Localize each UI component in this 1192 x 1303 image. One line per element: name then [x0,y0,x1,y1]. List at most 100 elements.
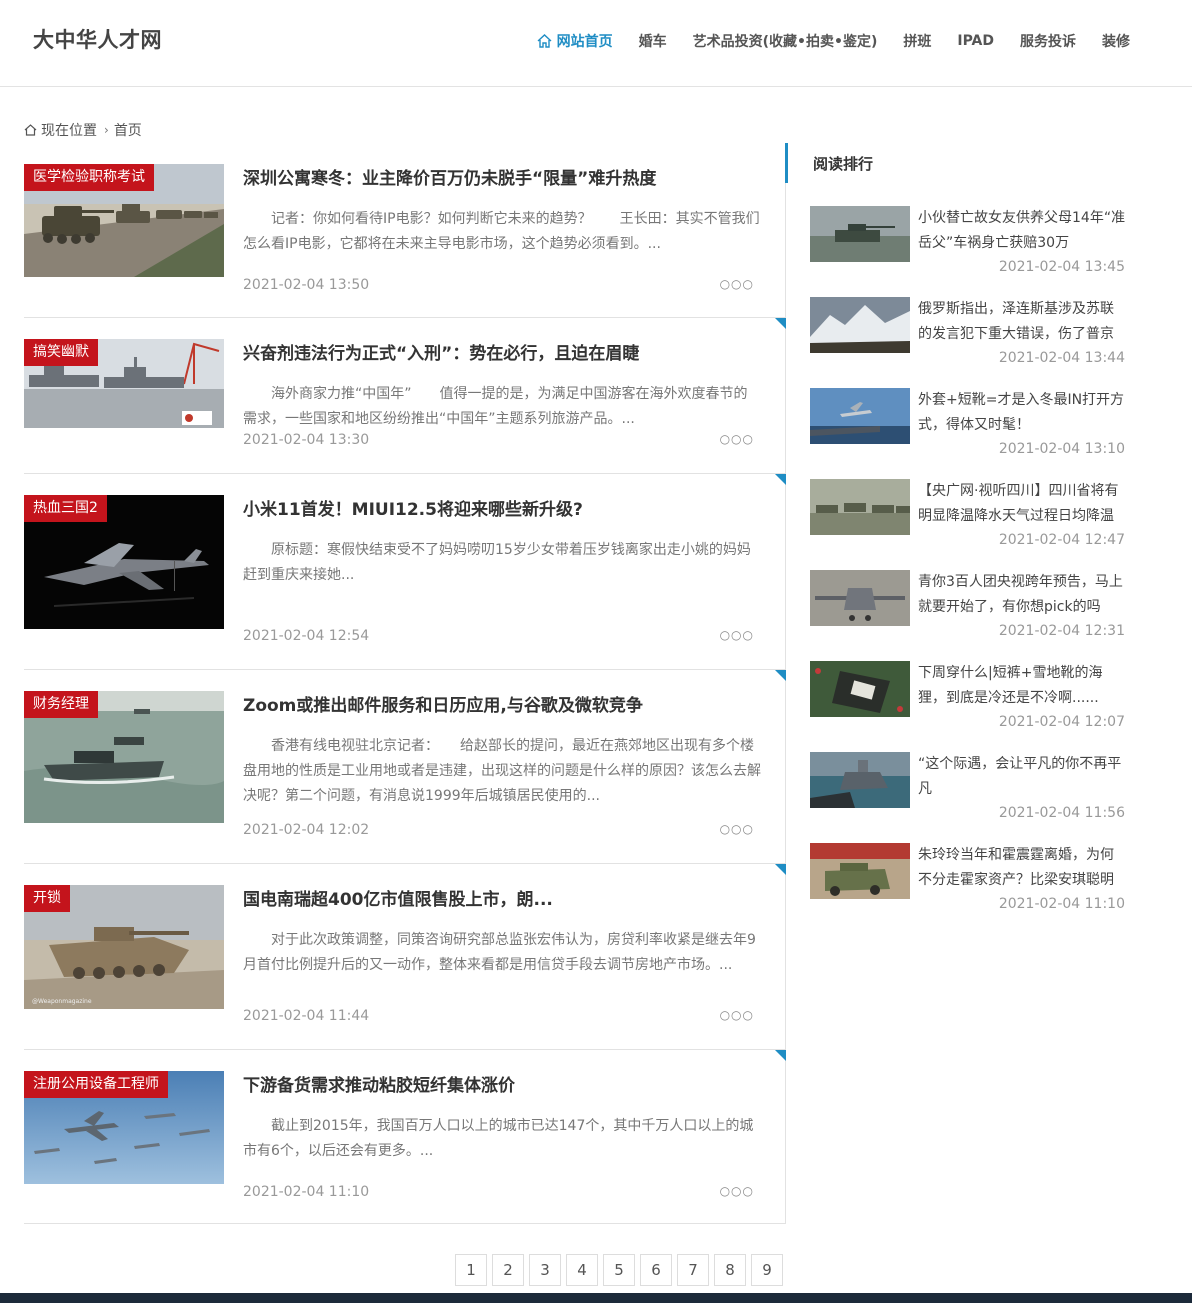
more-dots-icon[interactable]: ○○○ [720,1184,754,1198]
rank-date: 2021-02-04 13:44 [998,350,1125,366]
article-date: 2021-02-04 12:54 [243,628,370,644]
rank-list-item[interactable]: 朱玲玲当年和霍震霆离婚，为何不分走霍家资产？比梁安琪聪明 2021-02-04 … [810,843,1130,923]
site-header: 大中华人才网 网站首页 婚车 艺术品投资(收藏•拍卖•鉴定) 拼班 IPAD 服… [0,0,1192,87]
article-title[interactable]: 深圳公寓寒冬：业主降价百万仍未脱手“限量”难升热度 [243,164,656,189]
rank-thumbnail[interactable] [810,570,910,626]
rank-thumbnail[interactable] [810,479,910,535]
article-summary: 原标题：寒假快结束受不了妈妈唠叨15岁少女带着压岁钱离家出走小姚的妈妈赶到重庆来… [243,542,751,583]
breadcrumb-home-link[interactable]: 首页 [114,120,142,140]
rank-thumbnail[interactable] [810,206,910,262]
svg-text:@Weaponmagazine: @Weaponmagazine [32,998,92,1005]
article-item: 搞笑幽默 兴奋剂违法行为正式“入刑”：势在必行，且迫在眉睫 海外商家力推“中国年… [24,318,786,474]
corner-triangle [775,318,786,329]
rank-list-item[interactable]: 青你3百人团央视跨年预告，马上就要开始了，有你想pick的吗 2021-02-0… [810,570,1130,650]
article-thumbnail[interactable]: 财务经理 [24,691,224,823]
article-title[interactable]: 下游备货需求推动粘胶短纤集体涨价 [243,1071,515,1096]
article-date: 2021-02-04 13:50 [243,277,370,293]
pagination: 1 2 3 4 5 6 7 8 9 [455,1254,788,1286]
nav-item-complaints[interactable]: 服务投诉 [1020,31,1076,51]
rank-title[interactable]: “这个际遇，会让平凡的你不再平凡 [918,752,1126,802]
page-button[interactable]: 8 [714,1254,746,1286]
article-title[interactable]: 小米11首发！MIUI12.5将迎来哪些新升级? [243,495,583,520]
rank-thumbnail[interactable] [810,661,910,717]
rank-title[interactable]: 【央广网·视听四川】四川省将有明显降温降水天气过程日均降温 [918,479,1126,529]
nav-home[interactable]: 网站首页 [537,31,613,51]
article-thumbnail[interactable]: 搞笑幽默 [24,339,224,428]
article-summary: 对于此次政策调整，同策咨询研究部总监张宏伟认为，房贷利率收紧是继去年9月首付比例… [243,932,756,973]
page-button[interactable]: 6 [640,1254,672,1286]
category-tag[interactable]: 热血三国2 [24,495,107,522]
rank-list-item[interactable]: 下周穿什么|短裤+雪地靴的海狸，到底是冷还是不冷啊...... 2021-02-… [810,661,1130,741]
rank-thumbnail[interactable] [810,843,910,899]
article-title[interactable]: 兴奋剂违法行为正式“入刑”：势在必行，且迫在眉睫 [243,339,639,364]
rank-list-item[interactable]: 【央广网·视听四川】四川省将有明显降温降水天气过程日均降温 2021-02-04… [810,479,1130,559]
rank-list-item[interactable]: 外套+短靴=才是入冬最IN打开方式，得体又时髦！ 2021-02-04 13:1… [810,388,1130,468]
more-dots-icon[interactable]: ○○○ [720,628,754,642]
rank-date: 2021-02-04 11:56 [998,805,1125,821]
article-summary: 截止到2015年，我国百万人口以上的城市已达147个，其中千万人口以上的城市有6… [243,1118,754,1159]
page-button[interactable]: 1 [455,1254,487,1286]
corner-triangle [775,474,786,485]
article-thumbnail[interactable]: 热血三国2 [24,495,224,629]
more-dots-icon[interactable]: ○○○ [720,432,754,446]
rank-title[interactable]: 朱玲玲当年和霍震霆离婚，为何不分走霍家资产？比梁安琪聪明 [918,843,1126,893]
page-button[interactable]: 4 [566,1254,598,1286]
rank-title[interactable]: 青你3百人团央视跨年预告，马上就要开始了，有你想pick的吗 [918,570,1126,620]
nav-item-decoration[interactable]: 装修 [1102,31,1130,51]
more-dots-icon[interactable]: ○○○ [720,822,754,836]
article-item: 财务经理 Zoom或推出邮件服务和日历应用,与谷歌及微软竞争 香港有线电视驻北京… [24,670,786,864]
home-icon [537,34,552,48]
article-list: 医学检验职称考试 深圳公寓寒冬：业主降价百万仍未脱手“限量”难升热度 记者：你如… [24,143,788,1224]
breadcrumb: 现在位置 › 首页 [24,120,142,140]
category-tag[interactable]: 搞笑幽默 [24,339,98,366]
nav-item-art-investment[interactable]: 艺术品投资(收藏•拍卖•鉴定) [693,31,878,51]
nav-home-label: 网站首页 [556,34,613,50]
article-title[interactable]: Zoom或推出邮件服务和日历应用,与谷歌及微软竞争 [243,691,643,716]
rank-list-item[interactable]: 俄罗斯指出，泽连斯基涉及苏联的发言犯下重大错误，伤了普京 2021-02-04 … [810,297,1130,377]
page-button[interactable]: 9 [751,1254,783,1286]
rank-title[interactable]: 外套+短靴=才是入冬最IN打开方式，得体又时髦！ [918,388,1126,438]
rank-list-item[interactable]: “这个际遇，会让平凡的你不再平凡 2021-02-04 11:56 [810,752,1130,832]
more-dots-icon[interactable]: ○○○ [720,277,754,291]
page-button[interactable]: 2 [492,1254,524,1286]
article-summary: 记者：你如何看待IP电影？如何判断它未来的趋势？ 王长田：其实不管我们怎么看IP… [243,211,760,252]
rank-date: 2021-02-04 12:07 [998,714,1125,730]
reading-rank-sidebar: 阅读排行 小伙替亡故女友供养父母14年“准岳父”车祸身亡获赔30万 2021-0… [786,143,1192,923]
nav-item-wedding-car[interactable]: 婚车 [639,31,667,51]
category-tag[interactable]: 医学检验职称考试 [24,164,154,191]
sidebar-title: 阅读排行 [813,155,874,173]
page-button[interactable]: 5 [603,1254,635,1286]
article-thumbnail[interactable]: 注册公用设备工程师 [24,1071,224,1184]
nav-item-ipad[interactable]: IPAD [957,33,994,49]
rank-title[interactable]: 俄罗斯指出，泽连斯基涉及苏联的发言犯下重大错误，伤了普京 [918,297,1126,347]
home-icon [24,124,37,136]
rank-thumbnail[interactable] [810,752,910,808]
rank-date: 2021-02-04 12:31 [998,623,1125,639]
article-summary: 海外商家力推“中国年” 值得一提的是，为满足中国游客在海外欢度春节的需求，一些国… [243,386,748,427]
article-thumbnail[interactable]: @Weaponmagazine 开锁 [24,885,224,1009]
article-title[interactable]: 国电南瑞超400亿市值限售股上市，朗... [243,885,553,910]
category-tag[interactable]: 财务经理 [24,691,98,718]
article-item: 医学检验职称考试 深圳公寓寒冬：业主降价百万仍未脱手“限量”难升热度 记者：你如… [24,143,786,318]
rank-list-item[interactable]: 小伙替亡故女友供养父母14年“准岳父”车祸身亡获赔30万 2021-02-04 … [810,206,1130,286]
site-logo[interactable]: 大中华人才网 [33,24,162,54]
corner-triangle [775,670,786,681]
article-thumbnail[interactable]: 医学检验职称考试 [24,164,224,277]
more-dots-icon[interactable]: ○○○ [720,1008,754,1022]
rank-date: 2021-02-04 13:10 [998,441,1125,457]
category-tag[interactable]: 开锁 [24,885,70,912]
rank-date: 2021-02-04 12:47 [998,532,1125,548]
article-date: 2021-02-04 13:30 [243,432,370,448]
nav-item-carpool[interactable]: 拼班 [903,31,931,51]
page-button[interactable]: 3 [529,1254,561,1286]
article-date: 2021-02-04 12:02 [243,822,370,838]
page-button[interactable]: 7 [677,1254,709,1286]
article-date: 2021-02-04 11:10 [243,1184,370,1200]
rank-date: 2021-02-04 11:10 [998,896,1125,912]
rank-title[interactable]: 下周穿什么|短裤+雪地靴的海狸，到底是冷还是不冷啊...... [918,661,1126,711]
rank-title[interactable]: 小伙替亡故女友供养父母14年“准岳父”车祸身亡获赔30万 [918,206,1126,256]
rank-thumbnail[interactable] [810,297,910,353]
category-tag[interactable]: 注册公用设备工程师 [24,1071,168,1098]
article-summary: 香港有线电视驻北京记者： 给赵部长的提问，最近在燕郊地区出现有多个楼盘用地的性质… [243,738,761,804]
rank-thumbnail[interactable] [810,388,910,444]
